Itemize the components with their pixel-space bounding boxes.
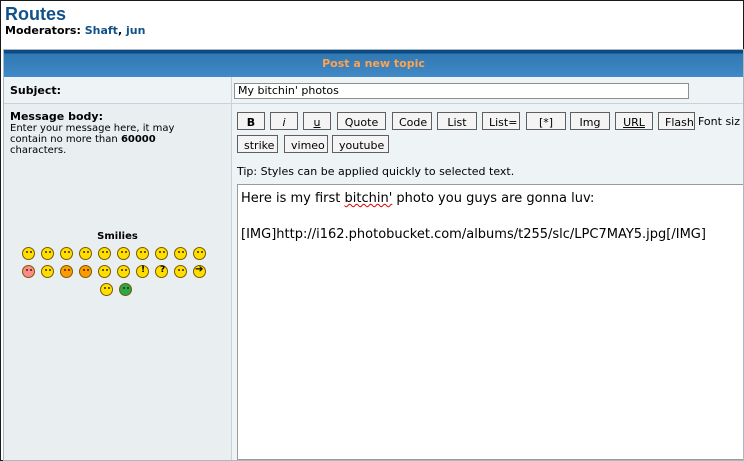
- form-header-bar: Post a new topic: [4, 50, 743, 77]
- message-body-label: Message body:: [10, 110, 103, 123]
- very-happy-icon[interactable]: [22, 247, 35, 260]
- forum-title[interactable]: Routes: [5, 2, 66, 26]
- message-text: Here is my first: [241, 191, 345, 206]
- message-text: photo you guys are gonna luv:: [392, 191, 595, 206]
- evil-icon[interactable]: [60, 265, 73, 278]
- twisted-evil-icon[interactable]: [79, 265, 92, 278]
- moderator-link-shaft[interactable]: Shaft: [85, 24, 118, 37]
- help-suffix: characters.: [10, 145, 67, 156]
- subject-label: Subject:: [10, 84, 62, 97]
- italic-button[interactable]: i: [270, 112, 298, 130]
- confused-icon[interactable]: [117, 247, 130, 260]
- form-header-title: Post a new topic: [322, 57, 425, 70]
- moderators-line: Moderators: Shaft, jun: [5, 24, 146, 37]
- message-body-help: Enter your message here, it may contain …: [10, 123, 210, 156]
- code-button[interactable]: Code: [392, 112, 432, 130]
- message-sidebar: Message body: Enter your message here, i…: [4, 104, 231, 460]
- idea-icon[interactable]: [174, 265, 187, 278]
- list-button[interactable]: List: [437, 112, 477, 130]
- flash-button[interactable]: Flash: [658, 112, 695, 130]
- list-item-button[interactable]: [*]: [526, 112, 566, 130]
- shocked-icon[interactable]: [98, 247, 111, 260]
- message-line-1: Here is my first bitchin' photo you guys…: [241, 191, 594, 206]
- sad-icon[interactable]: [60, 247, 73, 260]
- embarrassed-icon[interactable]: [22, 265, 35, 278]
- question-icon[interactable]: [155, 265, 168, 278]
- mad-icon[interactable]: [174, 247, 187, 260]
- crying-icon[interactable]: [41, 265, 54, 278]
- razz-icon[interactable]: [193, 247, 206, 260]
- vimeo-button[interactable]: vimeo: [284, 135, 328, 153]
- font-size-label: Font siz: [698, 115, 741, 128]
- char-limit: 60000: [120, 134, 156, 145]
- post-form: Post a new topic Subject: My bitchin' ph…: [3, 49, 744, 461]
- url-button[interactable]: URL: [615, 112, 653, 130]
- message-line-2: [IMG]http://i162.photobucket.com/albums/…: [241, 227, 706, 242]
- surprised-icon[interactable]: [79, 247, 92, 260]
- underline-button[interactable]: u: [303, 112, 331, 130]
- moderators-label: Moderators:: [5, 24, 81, 37]
- mr-green-icon[interactable]: [119, 283, 132, 296]
- smilies-title: Smilies: [97, 231, 138, 242]
- arrow-icon[interactable]: [193, 264, 206, 278]
- strike-button[interactable]: strike: [237, 135, 278, 153]
- moderator-link-jun[interactable]: jun: [126, 24, 145, 37]
- smile-icon[interactable]: [41, 247, 54, 260]
- message-editor: B i u Quote Code List List= [*] Img URL …: [232, 104, 743, 460]
- cool-icon[interactable]: [136, 247, 149, 260]
- neutral-icon[interactable]: [100, 283, 113, 296]
- wink-icon[interactable]: [117, 265, 130, 278]
- quote-button[interactable]: Quote: [337, 112, 386, 130]
- list-ordered-button[interactable]: List=: [482, 112, 520, 130]
- message-textarea[interactable]: Here is my first bitchin' photo you guys…: [237, 184, 743, 460]
- rolling-eyes-icon[interactable]: [98, 265, 111, 278]
- bold-button[interactable]: B: [237, 112, 265, 130]
- exclamation-icon[interactable]: [136, 265, 149, 278]
- misspelled-word: bitchin': [344, 191, 393, 206]
- laughing-icon[interactable]: [155, 247, 168, 260]
- styles-tip: Tip: Styles can be applied quickly to se…: [237, 165, 515, 178]
- img-button[interactable]: Img: [570, 112, 610, 130]
- subject-input[interactable]: My bitchin' photos: [234, 83, 689, 99]
- youtube-button[interactable]: youtube: [332, 135, 389, 153]
